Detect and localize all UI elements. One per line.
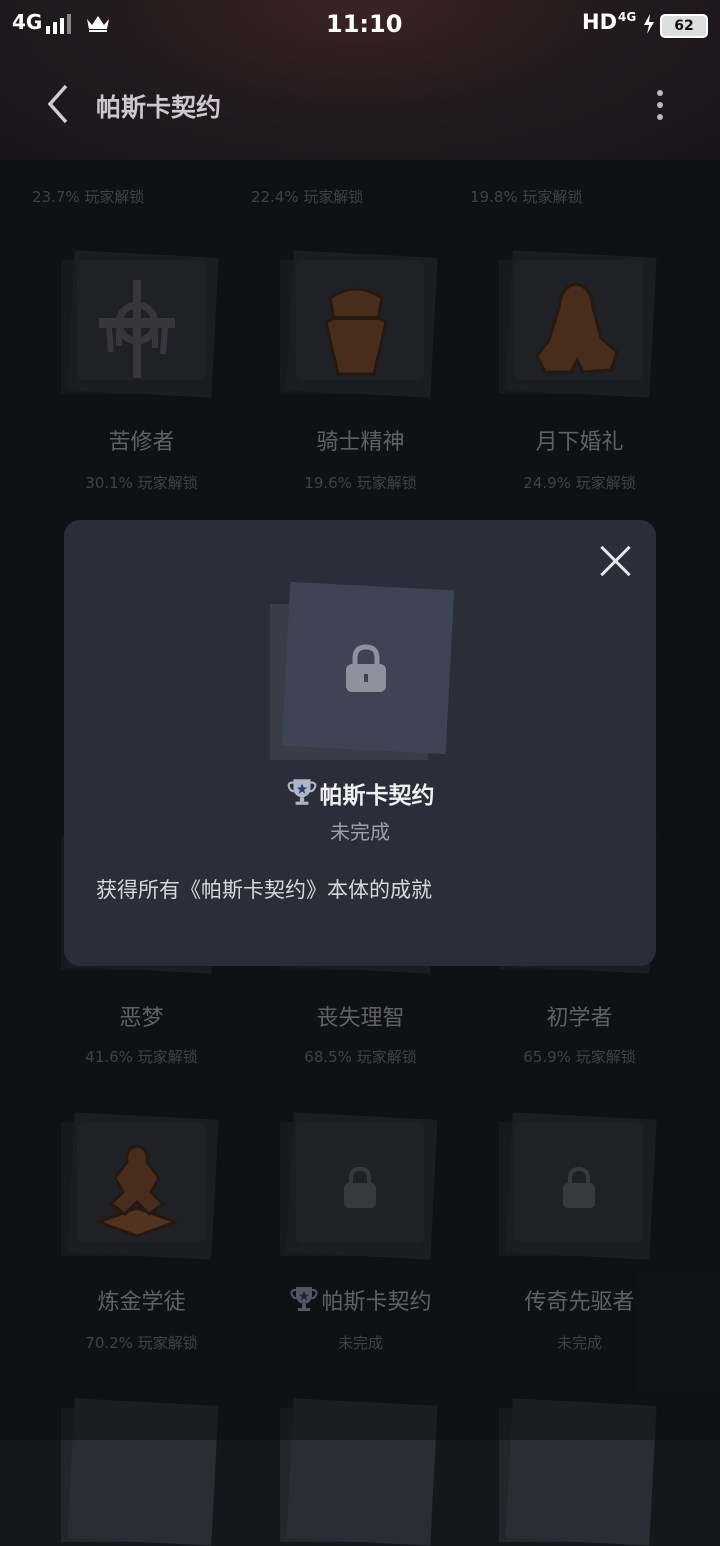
dialog-achievement-name: 帕斯卡契约	[64, 776, 656, 810]
network-indicator: 4G	[12, 10, 43, 34]
dialog-achievement-status: 未完成	[330, 820, 390, 844]
charging-icon	[644, 14, 654, 34]
battery-level: 62	[674, 18, 694, 34]
lock-icon	[346, 644, 386, 692]
battery-icon: 62	[660, 14, 708, 38]
signal-icon	[46, 14, 71, 34]
dialog-achievement-description: 获得所有《帕斯卡契约》本体的成就	[96, 878, 432, 902]
network-type: 4G	[618, 10, 637, 24]
trophy-icon	[287, 779, 316, 805]
close-icon[interactable]	[598, 544, 632, 578]
more-options-icon[interactable]	[650, 90, 670, 120]
achievement-badge	[270, 581, 455, 760]
achievement-detail-dialog: 帕斯卡契约 未完成 获得所有《帕斯卡契约》本体的成就	[64, 520, 656, 966]
hd-indicator: HD	[582, 10, 618, 34]
status-bar: 4G 11:10 HD 4G 62	[0, 0, 720, 50]
page-title: 帕斯卡契约	[96, 93, 222, 122]
back-arrow-icon[interactable]	[44, 84, 74, 124]
crown-icon	[87, 16, 109, 32]
clock: 11:10	[326, 10, 403, 38]
